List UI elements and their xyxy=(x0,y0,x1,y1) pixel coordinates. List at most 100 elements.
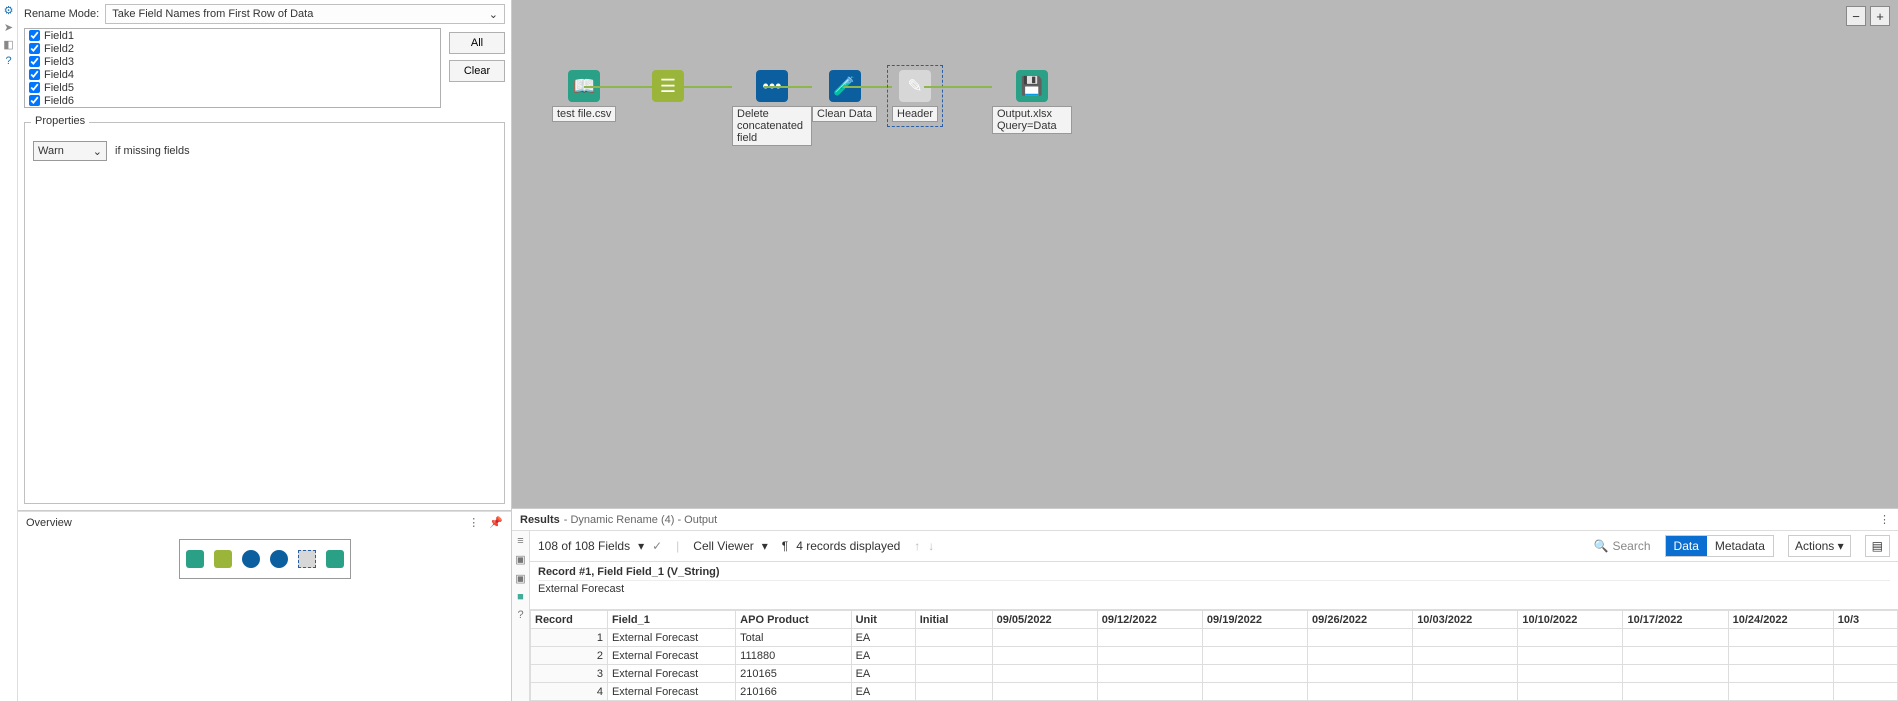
column-header[interactable]: 10/10/2022 xyxy=(1518,611,1623,629)
more-icon[interactable]: ⋮ xyxy=(1879,513,1890,526)
table-cell[interactable]: EA xyxy=(851,665,915,683)
column-header[interactable]: 09/12/2022 xyxy=(1097,611,1202,629)
table-cell[interactable]: 111880 xyxy=(736,647,851,665)
column-header[interactable]: Initial xyxy=(915,611,992,629)
results-search[interactable]: 🔍 Search xyxy=(1594,539,1651,553)
column-header[interactable]: 10/17/2022 xyxy=(1623,611,1728,629)
table-cell[interactable] xyxy=(992,665,1097,683)
column-header[interactable]: APO Product xyxy=(736,611,851,629)
overview-thumbnail[interactable] xyxy=(179,539,351,579)
table-cell[interactable] xyxy=(1623,629,1728,647)
table-cell[interactable]: 4 xyxy=(531,683,608,701)
table-cell[interactable]: External Forecast xyxy=(607,683,735,701)
table-cell[interactable] xyxy=(1413,629,1518,647)
more-icon[interactable]: ⋮ xyxy=(468,516,479,529)
column-header[interactable]: 09/05/2022 xyxy=(992,611,1097,629)
table-cell[interactable] xyxy=(1518,665,1623,683)
table-cell[interactable] xyxy=(1623,665,1728,683)
table-cell[interactable] xyxy=(1833,665,1897,683)
table-row[interactable]: 3External Forecast210165EA xyxy=(531,665,1898,683)
table-cell[interactable] xyxy=(992,629,1097,647)
table-cell[interactable] xyxy=(1413,665,1518,683)
field-checkbox[interactable] xyxy=(29,56,40,67)
table-cell[interactable]: 1 xyxy=(531,629,608,647)
table-cell[interactable] xyxy=(1202,683,1307,701)
zoom-out-button[interactable]: − xyxy=(1846,6,1866,26)
fields-dropdown[interactable]: 108 of 108 Fields ▾ ✓ xyxy=(538,539,662,553)
out-icon[interactable]: ▣ xyxy=(515,572,525,585)
column-header[interactable]: Field_1 xyxy=(607,611,735,629)
table-row[interactable]: 2External Forecast111880EA xyxy=(531,647,1898,665)
field-list[interactable]: Field1Field2Field3Field4Field5Field6 xyxy=(24,28,441,108)
field-row[interactable]: Field3 xyxy=(25,55,440,68)
table-cell[interactable] xyxy=(1833,683,1897,701)
table-cell[interactable]: External Forecast xyxy=(607,629,735,647)
in-icon[interactable]: ▣ xyxy=(515,553,525,566)
table-cell[interactable]: 2 xyxy=(531,647,608,665)
cleanse-tool[interactable]: 🧪Clean Data xyxy=(812,70,877,122)
table-cell[interactable]: 3 xyxy=(531,665,608,683)
table-cell[interactable] xyxy=(1518,629,1623,647)
column-header[interactable]: 10/03/2022 xyxy=(1413,611,1518,629)
table-cell[interactable] xyxy=(1413,647,1518,665)
table-cell[interactable] xyxy=(1728,683,1833,701)
list-icon[interactable]: ≡ xyxy=(517,535,523,547)
arrow-up-icon[interactable]: ↑ xyxy=(914,539,920,553)
column-header[interactable]: 09/26/2022 xyxy=(1308,611,1413,629)
column-header[interactable]: 10/24/2022 xyxy=(1728,611,1833,629)
table-cell[interactable] xyxy=(915,629,992,647)
input-tool[interactable]: 📖test file.csv xyxy=(552,70,616,122)
field-checkbox[interactable] xyxy=(29,95,40,106)
help-icon[interactable]: ? xyxy=(5,55,11,67)
cell-viewer-dropdown[interactable]: Cell Viewer ▾ xyxy=(693,539,768,553)
arrow-down-icon[interactable]: ↓ xyxy=(928,539,934,553)
table-cell[interactable]: 210166 xyxy=(736,683,851,701)
table-cell[interactable] xyxy=(1728,629,1833,647)
table-cell[interactable]: EA xyxy=(851,683,915,701)
table-cell[interactable]: 210165 xyxy=(736,665,851,683)
table-cell[interactable]: External Forecast xyxy=(607,665,735,683)
zoom-in-button[interactable]: + xyxy=(1870,6,1890,26)
layers-icon[interactable]: ◧ xyxy=(3,38,13,51)
table-cell[interactable] xyxy=(1308,683,1413,701)
table-cell[interactable] xyxy=(1623,683,1728,701)
table-cell[interactable] xyxy=(1518,647,1623,665)
field-row[interactable]: Field4 xyxy=(25,68,440,81)
table-cell[interactable] xyxy=(1308,629,1413,647)
table-cell[interactable] xyxy=(1413,683,1518,701)
column-header[interactable]: Record xyxy=(531,611,608,629)
table-cell[interactable] xyxy=(1833,647,1897,665)
msg-icon[interactable]: ■ xyxy=(517,591,524,603)
table-cell[interactable] xyxy=(1728,647,1833,665)
field-checkbox[interactable] xyxy=(29,30,40,41)
table-cell[interactable] xyxy=(1097,665,1202,683)
field-checkbox[interactable] xyxy=(29,69,40,80)
table-row[interactable]: 1External ForecastTotalEA xyxy=(531,629,1898,647)
table-cell[interactable] xyxy=(1097,629,1202,647)
density-button[interactable]: ▤ xyxy=(1865,535,1890,557)
actions-dropdown[interactable]: Actions ▾ xyxy=(1788,535,1851,557)
table-cell[interactable] xyxy=(1518,683,1623,701)
table-cell[interactable] xyxy=(1202,665,1307,683)
table-cell[interactable]: EA xyxy=(851,647,915,665)
table-cell[interactable] xyxy=(1728,665,1833,683)
table-cell[interactable] xyxy=(915,647,992,665)
table-cell[interactable] xyxy=(1308,665,1413,683)
column-header[interactable]: 09/19/2022 xyxy=(1202,611,1307,629)
output-tool[interactable]: 💾Output.xlsx Query=Data xyxy=(992,70,1072,134)
field-checkbox[interactable] xyxy=(29,82,40,93)
table-cell[interactable] xyxy=(1202,629,1307,647)
missing-fields-select[interactable]: Warn ⌄ xyxy=(33,141,107,161)
table-cell[interactable]: External Forecast xyxy=(607,647,735,665)
table-cell[interactable] xyxy=(992,647,1097,665)
table-row[interactable]: 4External Forecast210166EA xyxy=(531,683,1898,701)
rename-mode-select[interactable]: Take Field Names from First Row of Data … xyxy=(105,4,505,24)
dynamic-rename-tool[interactable]: ✎Header xyxy=(892,70,938,122)
table-cell[interactable] xyxy=(915,665,992,683)
table-cell[interactable] xyxy=(1202,647,1307,665)
select-tool[interactable]: ☰ xyxy=(652,70,684,102)
table-cell[interactable] xyxy=(1097,647,1202,665)
formula-tool[interactable]: •••Delete concatenated field xyxy=(732,70,812,146)
column-header[interactable]: 10/3 xyxy=(1833,611,1897,629)
tab-metadata[interactable]: Metadata xyxy=(1707,536,1773,556)
